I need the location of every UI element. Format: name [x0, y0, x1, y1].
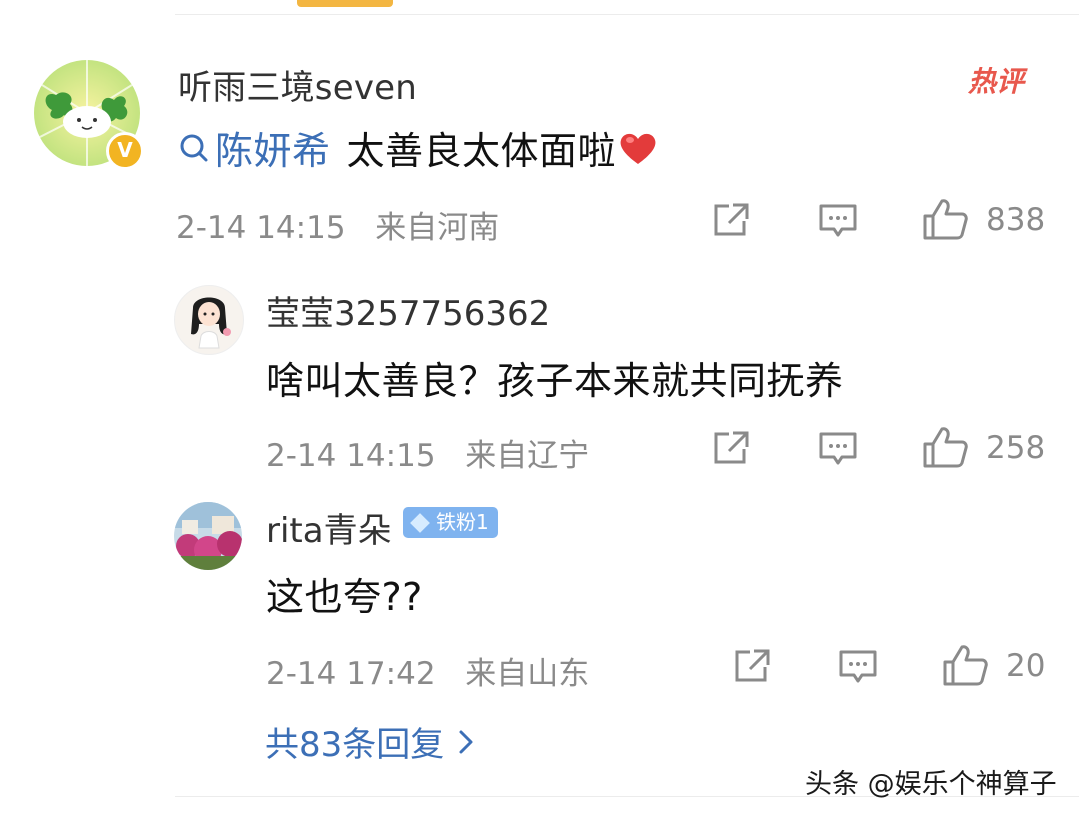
- timestamp: 2-14 17:42: [266, 656, 436, 692]
- like-count: 838: [986, 202, 1046, 238]
- main-comment-username[interactable]: 听雨三境seven: [178, 60, 417, 109]
- reply-avatar[interactable]: [174, 502, 242, 570]
- fan-level-badge: 铁粉1: [403, 507, 498, 538]
- share-icon[interactable]: [711, 201, 751, 239]
- more-replies-link[interactable]: 共83条回复: [265, 717, 474, 766]
- comment-icon[interactable]: [818, 430, 858, 468]
- chevron-right-icon: [458, 729, 474, 755]
- verified-badge-icon: V: [106, 132, 144, 170]
- reply-avatar[interactable]: [174, 285, 244, 355]
- like-count: 20: [1006, 648, 1046, 684]
- top-accent-bar: [297, 0, 393, 7]
- location: 来自河南: [375, 210, 500, 246]
- comment-body: 太善良太体面啦: [346, 129, 617, 173]
- like-icon[interactable]: [922, 426, 968, 468]
- topic-link[interactable]: 陈妍希: [215, 120, 331, 175]
- like-icon[interactable]: [922, 198, 968, 240]
- red-heart-icon: [618, 130, 658, 166]
- like-icon[interactable]: [942, 644, 988, 686]
- hot-comment-tag: 热评: [968, 65, 1025, 98]
- fan-badge-label: 铁粉1: [436, 510, 489, 534]
- more-replies-label: 共83条回复: [265, 725, 445, 765]
- location: 来自山东: [465, 656, 590, 692]
- reply-text: 啥叫太善良？孩子本来就共同抚养: [266, 359, 844, 403]
- share-icon[interactable]: [732, 647, 772, 685]
- reply-meta: 2-14 17:42 来自山东: [266, 648, 589, 693]
- source-watermark: 头条 @娱乐个神算子: [805, 769, 1057, 800]
- comment-icon[interactable]: [838, 648, 878, 686]
- timestamp: 2-14 14:15: [266, 438, 436, 474]
- reply-text: 这也夸??: [266, 575, 423, 619]
- top-divider: [175, 14, 1079, 15]
- location: 来自辽宁: [465, 438, 590, 474]
- reply-username[interactable]: rita青朵: [266, 503, 392, 552]
- main-comment-text: 陈妍希 太善良太体面啦: [178, 120, 658, 175]
- share-icon[interactable]: [711, 429, 751, 467]
- like-count: 258: [986, 430, 1046, 466]
- timestamp: 2-14 14:15: [176, 210, 346, 246]
- main-comment-meta: 2-14 14:15 来自河南: [176, 202, 499, 247]
- reply-username[interactable]: 莹莹3257756362: [266, 286, 550, 335]
- search-icon: [178, 131, 212, 165]
- comment-icon[interactable]: [818, 202, 858, 240]
- diamond-icon: [410, 512, 430, 533]
- reply-meta: 2-14 14:15 来自辽宁: [266, 430, 589, 475]
